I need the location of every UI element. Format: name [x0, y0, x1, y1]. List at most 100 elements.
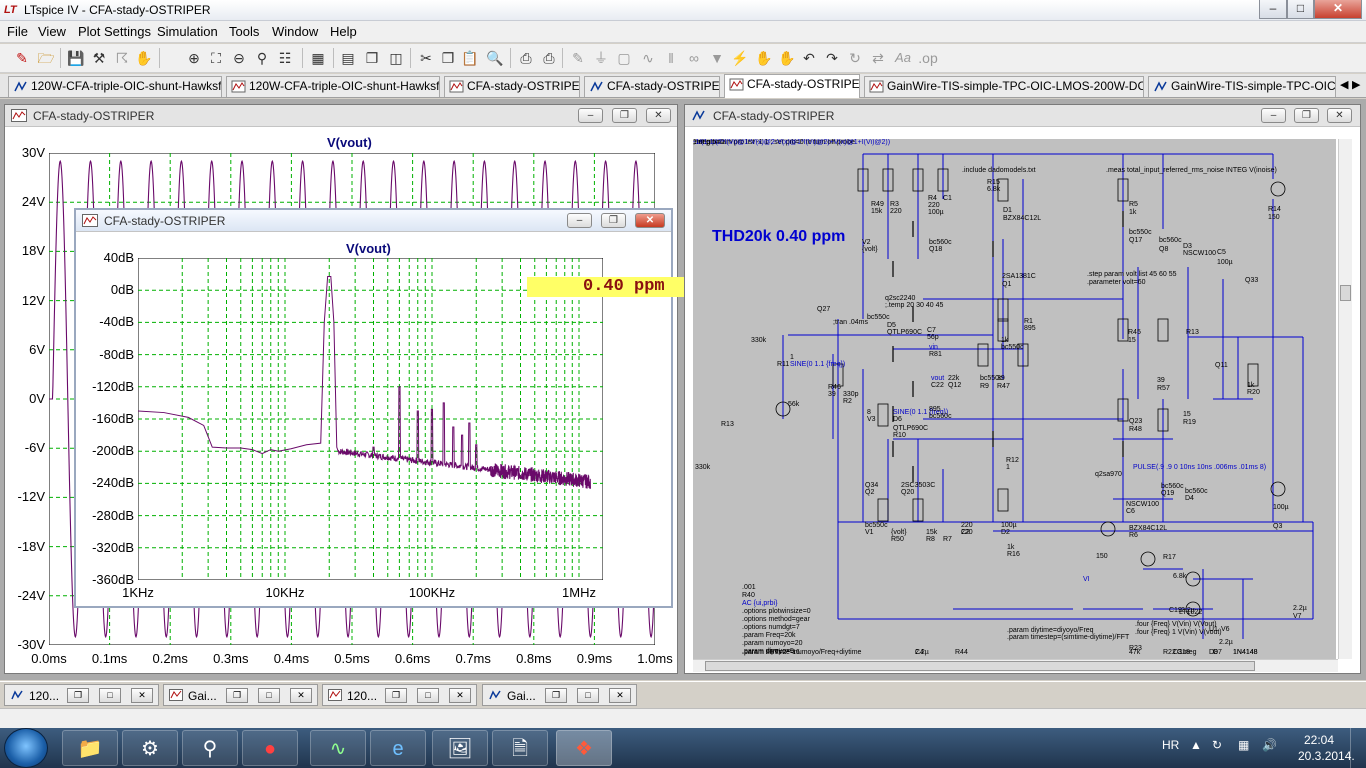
maximize-icon[interactable]: □: [258, 688, 280, 703]
tab-6[interactable]: GainWire-TIS-simple-TPC-OIC-LMOS-200W-DC…: [864, 76, 1144, 97]
fft-plot-minimize-button[interactable]: –: [567, 213, 592, 228]
minimize-button[interactable]: –: [1259, 0, 1287, 19]
close-icon[interactable]: ✕: [609, 688, 631, 703]
time-plot-restore-button[interactable]: ❐: [612, 108, 637, 123]
close-icon[interactable]: ✕: [449, 688, 471, 703]
schematic-horizontal-scrollbar[interactable]: [693, 659, 1338, 672]
tab-4[interactable]: CFA-stady-OSTRIPER: [584, 76, 720, 97]
tab-7[interactable]: GainWire-TIS-simple-TPC-OIC-LM: [1148, 76, 1336, 97]
minimized-window-1[interactable]: 120... ❐ □ ✕: [4, 684, 159, 706]
copy-icon[interactable]: ❐: [438, 48, 458, 68]
close-icon[interactable]: ✕: [131, 688, 153, 703]
restore-icon[interactable]: ❐: [545, 688, 567, 703]
time-plot-minimize-button[interactable]: –: [578, 108, 603, 123]
paste-icon[interactable]: 📋: [460, 48, 480, 68]
menu-plot-settings[interactable]: Plot Settings: [78, 24, 151, 39]
inductor-icon[interactable]: ∞: [684, 48, 704, 68]
save-icon[interactable]: 💾: [66, 48, 86, 68]
tile-vertical-icon[interactable]: ◫: [386, 48, 406, 68]
run-icon[interactable]: ☈: [112, 48, 132, 68]
maximize-icon[interactable]: □: [417, 688, 439, 703]
maximize-button[interactable]: □: [1287, 0, 1314, 19]
halt-icon[interactable]: ✋: [134, 48, 154, 68]
tab-scroll-left-icon[interactable]: ◀: [1340, 78, 1348, 91]
restore-icon[interactable]: ❐: [226, 688, 248, 703]
find-icon[interactable]: 🔍: [485, 48, 505, 68]
menu-tools[interactable]: Tools: [229, 24, 259, 39]
cut-icon[interactable]: ✂: [416, 48, 436, 68]
schematic-minimize-button[interactable]: –: [1261, 108, 1286, 123]
schematic-canvas[interactable]: THD20k 0.40 ppm .include dadomodels.txt.…: [693, 139, 1336, 659]
menu-help[interactable]: Help: [330, 24, 357, 39]
control-panel-icon[interactable]: ⚒: [89, 48, 109, 68]
close-icon[interactable]: ✕: [290, 688, 312, 703]
mirror-icon[interactable]: ⇄: [868, 48, 888, 68]
move-icon[interactable]: ✋: [754, 48, 774, 68]
app-icon-orange[interactable]: ⚙: [122, 730, 178, 766]
volume-icon[interactable]: 🔊: [1262, 738, 1277, 752]
maximize-icon[interactable]: □: [99, 688, 121, 703]
capacitor-icon[interactable]: ‖: [661, 48, 681, 68]
tool-icon[interactable]: ⚲: [182, 730, 238, 766]
pictures-icon[interactable]: 🖼: [432, 730, 488, 766]
menu-simulation[interactable]: Simulation: [157, 24, 218, 39]
zoom-out-icon[interactable]: ⊖: [229, 48, 249, 68]
ground-icon[interactable]: ⏚: [591, 48, 611, 68]
menu-window[interactable]: Window: [272, 24, 318, 39]
restore-icon[interactable]: ❐: [385, 688, 407, 703]
spice-directive-icon[interactable]: .op: [918, 48, 938, 68]
tab-1[interactable]: 120W-CFA-triple-OIC-shunt-Hawksfor-2: [8, 76, 222, 97]
tab-scroll-right-icon[interactable]: ▶: [1352, 78, 1360, 91]
new-schematic-icon[interactable]: ✎: [12, 48, 32, 68]
ltspice-taskbar-icon[interactable]: ❖: [556, 730, 612, 766]
wire-icon[interactable]: ✎: [568, 48, 588, 68]
text-icon[interactable]: Aa: [893, 48, 913, 68]
tab-3[interactable]: CFA-stady-OSTRIPER: [444, 76, 580, 97]
menu-file[interactable]: File: [7, 24, 28, 39]
component-icon[interactable]: ⚡: [730, 48, 750, 68]
time-plot-titlebar[interactable]: CFA-stady-OSTRIPER – ❐ ✕: [5, 105, 677, 127]
undo-icon[interactable]: ↶: [799, 48, 819, 68]
restore-icon[interactable]: ❐: [67, 688, 89, 703]
schematic-vertical-scrollbar[interactable]: [1338, 139, 1352, 659]
network-icon[interactable]: ▦: [1238, 738, 1249, 752]
tab-5-active[interactable]: CFA-stady-OSTRIPER: [724, 74, 860, 98]
open-folder-icon[interactable]: 🗁: [36, 48, 56, 68]
vertical-scroll-thumb[interactable]: [1340, 285, 1351, 301]
tile-horizontal-icon[interactable]: ▤: [338, 48, 358, 68]
schematic-close-button[interactable]: ✕: [1327, 108, 1352, 123]
clock-date[interactable]: 20.3.2014.: [1298, 749, 1355, 763]
schematic-titlebar[interactable]: CFA-stady-OSTRIPER – ❐ ✕: [685, 105, 1360, 127]
grid-icon[interactable]: ▦: [308, 48, 328, 68]
minimized-window-4[interactable]: Gai... ❐ □ ✕: [482, 684, 637, 706]
oscilloscope-icon[interactable]: ∿: [310, 730, 366, 766]
rotate-icon[interactable]: ↻: [845, 48, 865, 68]
fft-plot-close-button[interactable]: ✕: [635, 213, 665, 228]
close-button[interactable]: ✕: [1314, 0, 1362, 19]
pan-icon[interactable]: ⛶: [206, 48, 226, 68]
explorer-icon[interactable]: 📁: [62, 730, 118, 766]
zoom-full-icon[interactable]: ⚲: [252, 48, 272, 68]
label-net-icon[interactable]: ▢: [614, 48, 634, 68]
sync-icon[interactable]: ↻: [1212, 738, 1222, 752]
internet-explorer-icon[interactable]: e: [370, 730, 426, 766]
show-hidden-icons-icon[interactable]: ▲: [1190, 738, 1202, 752]
tab-2[interactable]: 120W-CFA-triple-OIC-shunt-Hawksfor-2: [226, 76, 440, 97]
time-plot-close-button[interactable]: ✕: [646, 108, 671, 123]
print-setup-icon[interactable]: ⎙: [516, 48, 536, 68]
print-icon[interactable]: ⎙: [539, 48, 559, 68]
redo-icon[interactable]: ↷: [822, 48, 842, 68]
fft-plot-restore-button[interactable]: ❐: [601, 213, 626, 228]
fft-plot-area[interactable]: [138, 258, 603, 580]
resistor-icon[interactable]: ∿: [638, 48, 658, 68]
zoom-in-icon[interactable]: ⊕: [184, 48, 204, 68]
security-icon[interactable]: ●: [242, 730, 298, 766]
schematic-restore-button[interactable]: ❐: [1294, 108, 1319, 123]
diode-icon[interactable]: ▼: [707, 48, 727, 68]
windows-start-button[interactable]: [4, 728, 48, 768]
minimized-window-3[interactable]: 120... ❐ □ ✕: [322, 684, 477, 706]
horizontal-scroll-thumb[interactable]: [705, 661, 1255, 671]
menu-view[interactable]: View: [38, 24, 66, 39]
show-desktop-button[interactable]: [1350, 728, 1366, 768]
fft-plot-titlebar[interactable]: CFA-stady-OSTRIPER – ❐ ✕: [76, 210, 671, 232]
